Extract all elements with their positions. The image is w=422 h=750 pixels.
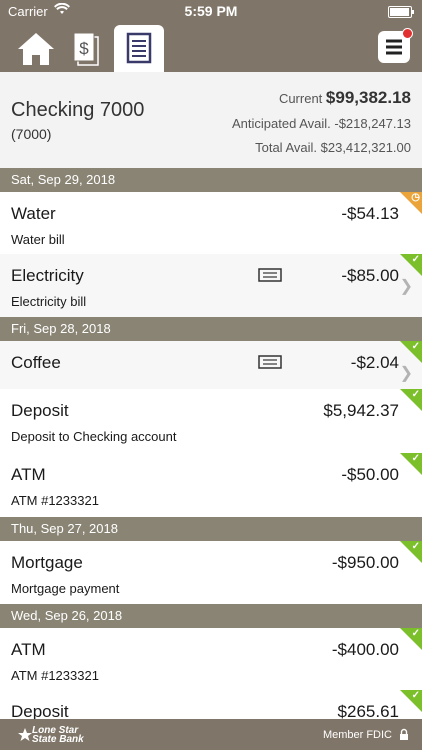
transaction-amount: -$400.00 bbox=[331, 640, 399, 659]
tab-home[interactable] bbox=[14, 27, 58, 71]
anticipated-balance: Anticipated Avail. -$218,247.13 bbox=[231, 116, 411, 131]
transaction-row[interactable]: Mortgage Mortgage payment -$950.00 ✓ bbox=[0, 541, 422, 605]
money-stack-icon: $ bbox=[73, 32, 99, 66]
date-label: Sat, Sep 29, 2018 bbox=[11, 172, 116, 187]
total-balance: Total Avail. $23,412,321.00 bbox=[255, 140, 411, 155]
transaction-description: Deposit to Checking account bbox=[11, 429, 177, 444]
tab-accounts[interactable]: $ bbox=[66, 27, 110, 71]
transaction-description: Water bill bbox=[11, 232, 65, 247]
top-nav-bar: $ bbox=[0, 22, 422, 72]
transaction-name: ATM bbox=[11, 640, 46, 659]
bank-name-line2: State Bank bbox=[32, 734, 84, 745]
transaction-description: ATM #1233321 bbox=[11, 668, 99, 683]
transaction-amount: -$85.00 bbox=[341, 266, 399, 285]
date-label: Wed, Sep 26, 2018 bbox=[11, 608, 123, 623]
star-logo-icon bbox=[18, 728, 32, 741]
transaction-name: Water bbox=[11, 204, 56, 223]
menu-button[interactable] bbox=[378, 28, 413, 63]
ledger-icon bbox=[126, 32, 152, 64]
transaction-name: Deposit bbox=[11, 702, 69, 719]
transaction-description: Mortgage payment bbox=[11, 581, 120, 596]
footer-bar: Lone Star State Bank Member FDIC bbox=[0, 719, 422, 750]
transaction-row[interactable]: Deposit Deposit to Checking account $5,9… bbox=[0, 389, 422, 454]
transaction-amount: -$2.04 bbox=[350, 353, 399, 372]
date-label: Thu, Sep 27, 2018 bbox=[11, 521, 118, 536]
checkmark-icon: ✓ bbox=[411, 690, 420, 701]
current-balance-label: Current bbox=[278, 91, 326, 106]
lock-icon bbox=[400, 728, 408, 740]
transaction-amount: -$54.13 bbox=[341, 204, 399, 223]
checkmark-icon: ✓ bbox=[411, 341, 420, 352]
chevron-right-icon: ❯ bbox=[399, 365, 413, 382]
date-header: Thu, Sep 27, 2018 bbox=[0, 517, 422, 541]
battery-icon bbox=[388, 6, 414, 18]
check-image-icon[interactable] bbox=[258, 268, 282, 282]
clock-icon: ◷ bbox=[411, 192, 420, 203]
transaction-description: ATM #1233321 bbox=[11, 493, 99, 508]
checkmark-icon: ✓ bbox=[411, 453, 420, 464]
checkmark-icon: ✓ bbox=[411, 389, 420, 400]
transaction-row[interactable]: Electricity Electricity bill -$85.00 ❯ ✓ bbox=[0, 254, 422, 318]
date-label: Fri, Sep 28, 2018 bbox=[11, 321, 111, 336]
transaction-row[interactable]: Water Water bill -$54.13 ◷ bbox=[0, 192, 422, 255]
transaction-amount: -$950.00 bbox=[331, 553, 399, 572]
checkmark-icon: ✓ bbox=[411, 541, 420, 552]
current-balance: Current $99,382.18 bbox=[279, 88, 411, 108]
account-summary: Checking 7000 (7000) Current $99,382.18 … bbox=[0, 72, 422, 169]
checkmark-icon: ✓ bbox=[411, 628, 420, 639]
date-header: Wed, Sep 26, 2018 bbox=[0, 604, 422, 628]
transaction-row[interactable]: ATM ATM #1233321 -$400.00 ✓ bbox=[0, 628, 422, 691]
bank-logo: Lone Star State Bank bbox=[32, 726, 84, 745]
transaction-amount: -$50.00 bbox=[341, 465, 399, 484]
transaction-amount: $265.61 bbox=[337, 702, 399, 719]
date-header: Fri, Sep 28, 2018 bbox=[0, 317, 422, 341]
transaction-name: Electricity bbox=[11, 266, 84, 285]
transaction-row[interactable]: Deposit $265.61 ✓ bbox=[0, 690, 422, 719]
notification-badge bbox=[402, 28, 413, 39]
transaction-description: Electricity bill bbox=[11, 294, 87, 309]
svg-text:$: $ bbox=[79, 39, 89, 58]
check-image-icon[interactable] bbox=[258, 355, 282, 369]
transaction-name: Mortgage bbox=[11, 553, 83, 572]
transaction-row[interactable]: Coffee -$2.04 ❯ ✓ bbox=[0, 341, 422, 390]
transaction-row[interactable]: ATM ATM #1233321 -$50.00 ✓ bbox=[0, 453, 422, 518]
chevron-right-icon: ❯ bbox=[399, 278, 413, 295]
current-balance-value: $99,382.18 bbox=[325, 88, 411, 107]
transaction-name: Coffee bbox=[11, 353, 61, 372]
account-name: Checking 7000 bbox=[11, 99, 145, 121]
clock-time: 5:59 PM bbox=[184, 3, 238, 19]
transaction-name: Deposit bbox=[11, 401, 69, 420]
account-number: (7000) bbox=[11, 126, 52, 142]
member-fdic-label: Member FDIC bbox=[322, 729, 392, 741]
checkmark-icon: ✓ bbox=[411, 254, 420, 265]
tab-transactions[interactable] bbox=[114, 25, 164, 72]
home-icon bbox=[18, 33, 54, 65]
transaction-name: ATM bbox=[11, 465, 46, 484]
date-header: Sat, Sep 29, 2018 bbox=[0, 168, 422, 192]
transaction-amount: $5,942.37 bbox=[323, 401, 399, 420]
status-bar: Carrier 5:59 PM bbox=[0, 0, 422, 22]
